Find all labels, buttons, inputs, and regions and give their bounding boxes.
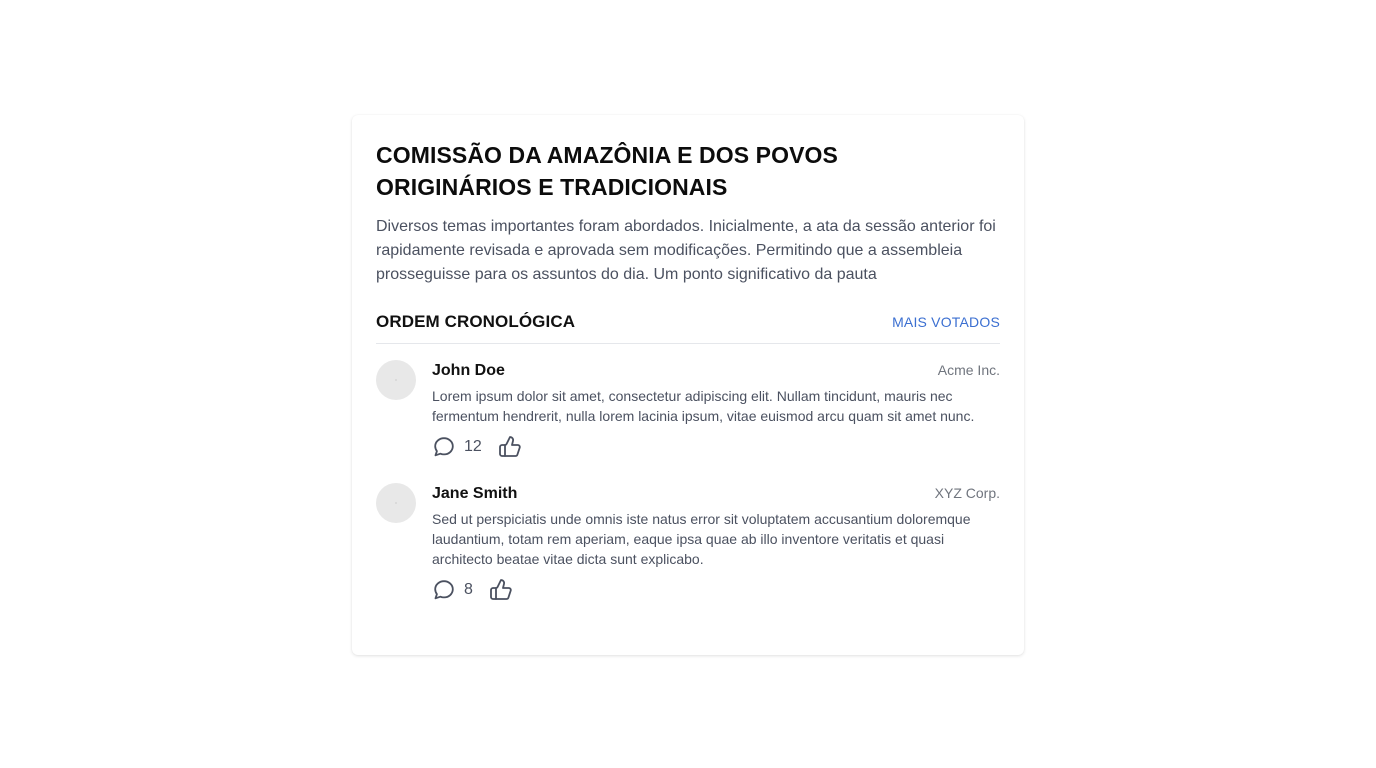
comment-body: John Doe Acme Inc. Lorem ipsum dolor sit… — [432, 360, 1000, 459]
comment-text: Lorem ipsum dolor sit amet, consectetur … — [432, 388, 975, 424]
avatar — [376, 483, 416, 523]
comment-header: John Doe Acme Inc. — [432, 360, 1000, 383]
post-card: COMISSÃO DA AMAZÔNIA E DOS POVOS ORIGINÁ… — [352, 115, 1024, 655]
speech-bubble-icon[interactable] — [432, 435, 456, 459]
comment-actions: 12 — [432, 435, 1000, 459]
comment-list: John Doe Acme Inc. Lorem ipsum dolor sit… — [376, 360, 1000, 602]
comment-actions: 8 — [432, 578, 1000, 602]
thumbs-up-icon[interactable] — [498, 435, 522, 459]
thumbs-up-icon[interactable] — [489, 578, 513, 602]
sort-most-voted-tab[interactable]: MAIS VOTADOS — [892, 314, 1000, 330]
post-summary: Diversos temas importantes foram abordad… — [376, 218, 996, 283]
speech-bubble-icon[interactable] — [432, 578, 456, 602]
comment-organization: XYZ Corp. — [934, 485, 1000, 501]
avatar — [376, 360, 416, 400]
sort-chronological-tab[interactable]: ORDEM CRONOLÓGICA — [376, 312, 575, 332]
comment-header: Jane Smith XYZ Corp. — [432, 483, 1000, 506]
comment-item: Jane Smith XYZ Corp. Sed ut perspiciatis… — [376, 483, 1000, 602]
post-title: COMISSÃO DA AMAZÔNIA E DOS POVOS ORIGINÁ… — [376, 142, 838, 200]
reply-count: 8 — [464, 581, 473, 598]
comment-sort-bar: ORDEM CRONOLÓGICA MAIS VOTADOS — [376, 312, 1000, 344]
comment-body: Jane Smith XYZ Corp. Sed ut perspiciatis… — [432, 483, 1000, 602]
comment-author: Jane Smith — [432, 485, 518, 502]
comment-text: Sed ut perspiciatis unde omnis iste natu… — [432, 511, 971, 567]
reply-count: 12 — [464, 438, 482, 455]
comment-item: John Doe Acme Inc. Lorem ipsum dolor sit… — [376, 360, 1000, 459]
comment-author: John Doe — [432, 362, 505, 379]
comment-organization: Acme Inc. — [937, 362, 1000, 378]
